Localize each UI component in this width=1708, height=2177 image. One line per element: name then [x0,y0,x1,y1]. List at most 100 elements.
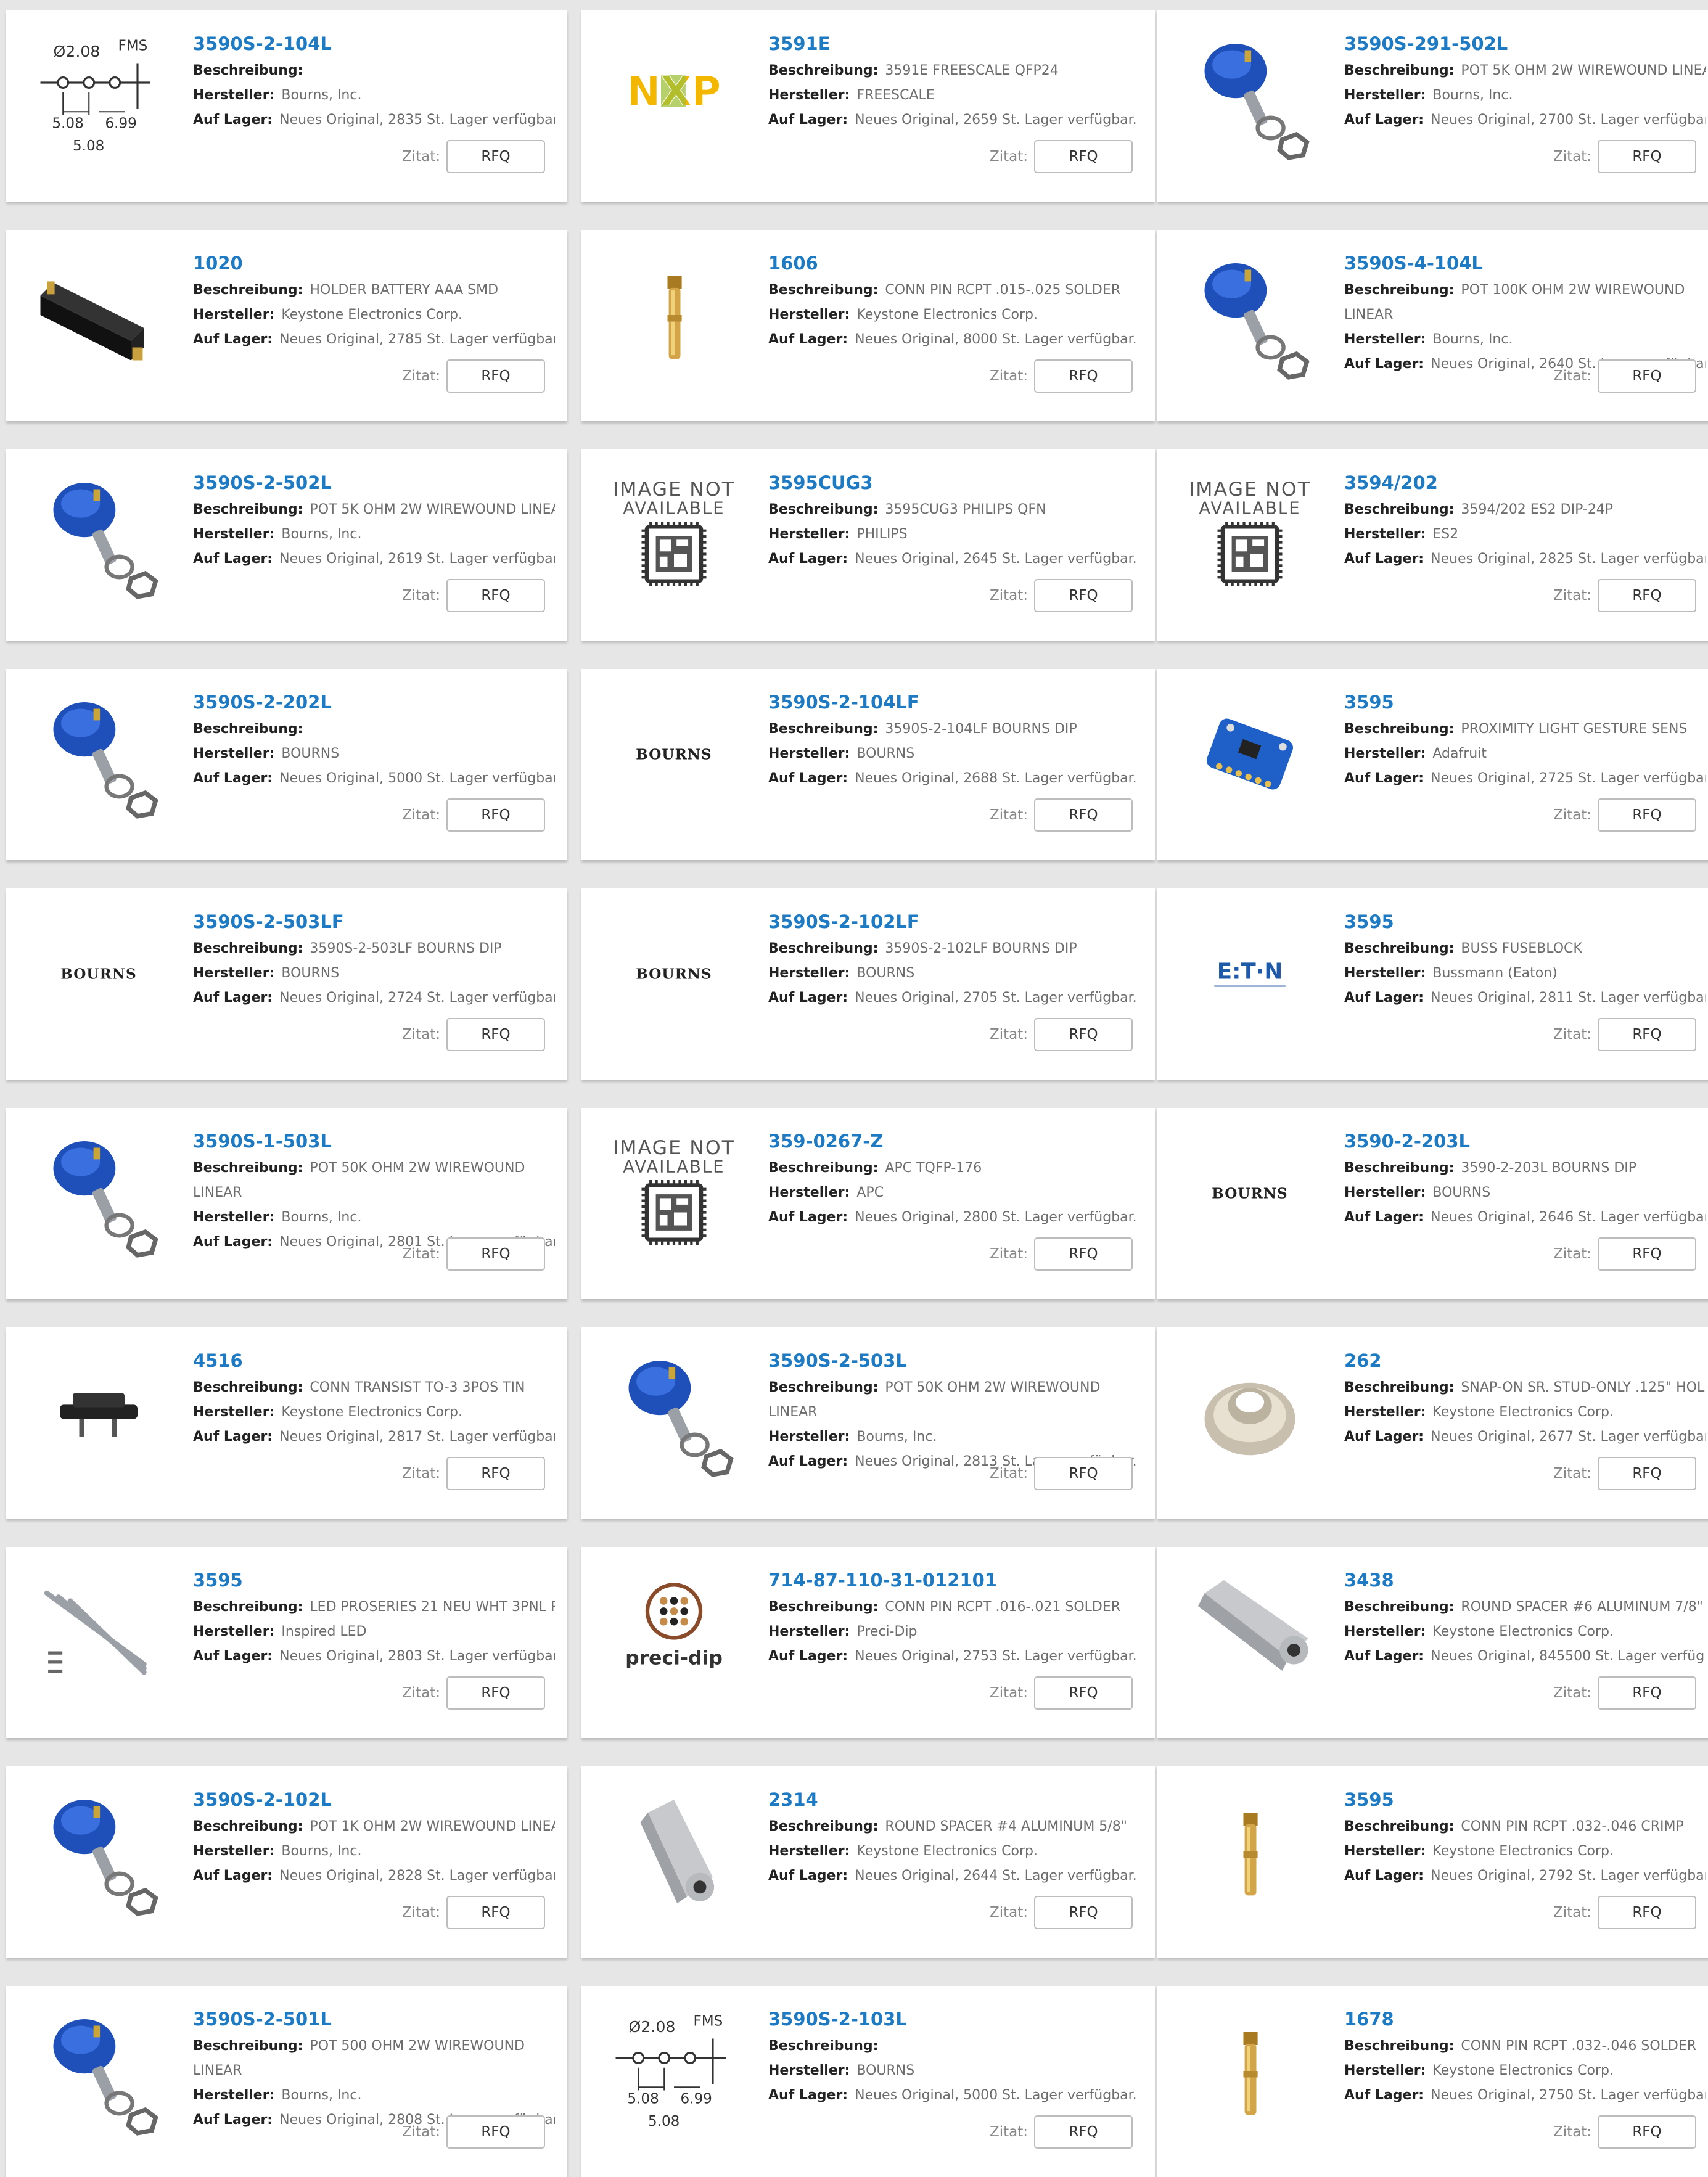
rfq-button[interactable]: RFQ [446,1896,545,1929]
product-thumbnail[interactable]: BOURNS [606,906,742,1041]
rfq-button[interactable]: RFQ [446,798,545,832]
rfq-button[interactable]: RFQ [1034,1018,1133,1051]
product-thumbnail[interactable] [606,247,742,383]
product-thumbnail[interactable]: IMAGE NOT AVAILABLE [606,1125,742,1261]
rfq-button[interactable]: RFQ [1598,359,1696,393]
rfq-button[interactable]: RFQ [446,140,545,173]
part-number-link[interactable]: 3595 [1344,1789,1706,1811]
product-thumbnail[interactable] [1182,1564,1318,1700]
stock-value: Neues Original, 2835 St. Lager verfügbar… [279,112,555,128]
product-thumbnail[interactable]: IMAGE NOT AVAILABLE [1182,467,1318,602]
product-thumbnail[interactable] [606,1345,742,1480]
part-number-link[interactable]: 3590S-2-503LF [193,911,555,933]
part-number-link[interactable]: 3590S-4-104L [1344,252,1706,274]
part-number-link[interactable]: 3590S-1-503L [193,1130,555,1152]
rfq-button[interactable]: RFQ [446,1018,545,1051]
part-number-link[interactable]: 3590S-291-502L [1344,33,1706,55]
part-number-link[interactable]: 3590S-2-102L [193,1789,555,1811]
product-thumbnail[interactable]: preci-dip [606,1564,742,1700]
product-thumbnail[interactable] [1182,1784,1318,1919]
part-number-link[interactable]: 3594/202 [1344,472,1706,494]
rfq-button[interactable]: RFQ [1598,1676,1696,1710]
rfq-button[interactable]: RFQ [446,2115,545,2149]
product-thumbnail[interactable] [1182,686,1318,822]
product-thumbnail[interactable]: Ø2.08 FMS 5.08 6.99 5.08 [31,28,166,163]
part-number-link[interactable]: 3590S-2-102LF [768,911,1143,933]
product-thumbnail[interactable]: NXP NXP [606,28,742,163]
quote-label: Zitat: [989,368,1028,384]
product-thumbnail[interactable] [1182,1345,1318,1480]
part-number-link[interactable]: 3595 [1344,911,1706,933]
rfq-button[interactable]: RFQ [1034,2115,1133,2149]
part-number-link[interactable]: 3590S-2-502L [193,472,555,494]
description-row: Beschreibung: CONN TRANSIST TO-3 3POS TI… [193,1375,555,1400]
rfq-button[interactable]: RFQ [446,359,545,393]
rfq-button[interactable]: RFQ [1598,1457,1696,1490]
rfq-button[interactable]: RFQ [1598,140,1696,173]
part-number-link[interactable]: 1678 [1344,2008,1706,2030]
product-thumbnail[interactable] [31,1345,166,1480]
product-thumbnail[interactable] [1182,28,1318,163]
part-number-link[interactable]: 4516 [193,1350,555,1372]
product-thumbnail[interactable] [31,686,166,822]
rfq-button[interactable]: RFQ [1034,1676,1133,1710]
description-row: Beschreibung: 3591E FREESCALE QFP24 [768,59,1143,83]
rfq-button[interactable]: RFQ [1034,1237,1133,1271]
product-thumbnail[interactable]: IMAGE NOT AVAILABLE [606,467,742,602]
rfq-button[interactable]: RFQ [1034,798,1133,832]
product-thumbnail[interactable] [606,1784,742,1919]
rfq-button[interactable]: RFQ [1598,579,1696,612]
part-number-link[interactable]: 714-87-110-31-012101 [768,1569,1143,1591]
part-number-link[interactable]: 359-0267-Z [768,1130,1143,1152]
product-thumbnail[interactable]: E:T·N [1182,906,1318,1041]
part-number-link[interactable]: 3590S-2-104L [193,33,555,55]
part-number-link[interactable]: 2314 [768,1789,1143,1811]
part-number-link[interactable]: 3590-2-203L [1344,1130,1706,1152]
product-thumbnail[interactable] [1182,247,1318,383]
rfq-button[interactable]: RFQ [1034,140,1133,173]
product-thumbnail[interactable]: BOURNS [1182,1125,1318,1261]
part-number-link[interactable]: 3591E [768,33,1143,55]
rfq-button[interactable]: RFQ [1598,798,1696,832]
rfq-button[interactable]: RFQ [1034,579,1133,612]
part-number-link[interactable]: 262 [1344,1350,1706,1372]
product-thumbnail[interactable] [31,467,166,602]
part-number-link[interactable]: 3590S-2-501L [193,2008,555,2030]
product-thumbnail[interactable] [1182,2003,1318,2139]
product-thumbnail[interactable] [31,247,166,383]
part-number-link[interactable]: 3590S-2-503L [768,1350,1143,1372]
part-number-link[interactable]: 3595 [193,1569,555,1591]
product-thumbnail[interactable] [31,1564,166,1700]
rfq-button[interactable]: RFQ [1598,1896,1696,1929]
product-thumbnail[interactable]: Ø2.08 FMS 5.08 6.99 5.08 [606,2003,742,2139]
stock-label: Auf Lager: [1344,1429,1424,1445]
part-number-link[interactable]: 3595CUG3 [768,472,1143,494]
product-thumbnail[interactable]: BOURNS [31,906,166,1041]
rfq-button[interactable]: RFQ [1598,2115,1696,2149]
quote-area: Zitat: RFQ [1553,579,1696,612]
rfq-button[interactable]: RFQ [1034,1457,1133,1490]
rfq-button[interactable]: RFQ [1598,1237,1696,1271]
manufacturer-row: Hersteller: Inspired LED [193,1620,555,1644]
part-number-link[interactable]: 1020 [193,252,555,274]
part-number-link[interactable]: 3595 [1344,691,1706,713]
part-number-link[interactable]: 3590S-2-104LF [768,691,1143,713]
rfq-button[interactable]: RFQ [446,1457,545,1490]
part-number-link[interactable]: 1606 [768,252,1143,274]
rfq-button[interactable]: RFQ [1034,359,1133,393]
rfq-button[interactable]: RFQ [446,579,545,612]
rfq-button[interactable]: RFQ [1598,1018,1696,1051]
product-card: 3590S-2-503L Beschreibung: POT 50K OHM 2… [581,1327,1155,1519]
rfq-button[interactable]: RFQ [1034,1896,1133,1929]
product-thumbnail[interactable]: BOURNS [606,686,742,822]
part-number-link[interactable]: 3438 [1344,1569,1706,1591]
stock-row: Auf Lager: Neues Original, 2753 St. Lage… [768,1644,1143,1669]
part-number-link[interactable]: 3590S-2-202L [193,691,555,713]
product-thumbnail[interactable] [31,2003,166,2139]
product-thumbnail[interactable] [31,1125,166,1261]
rfq-button[interactable]: RFQ [446,1676,545,1710]
product-thumbnail[interactable] [31,1784,166,1919]
rfq-button[interactable]: RFQ [446,1237,545,1271]
stock-value: Neues Original, 2645 St. Lager verfügbar… [855,551,1137,567]
part-number-link[interactable]: 3590S-2-103L [768,2008,1143,2030]
